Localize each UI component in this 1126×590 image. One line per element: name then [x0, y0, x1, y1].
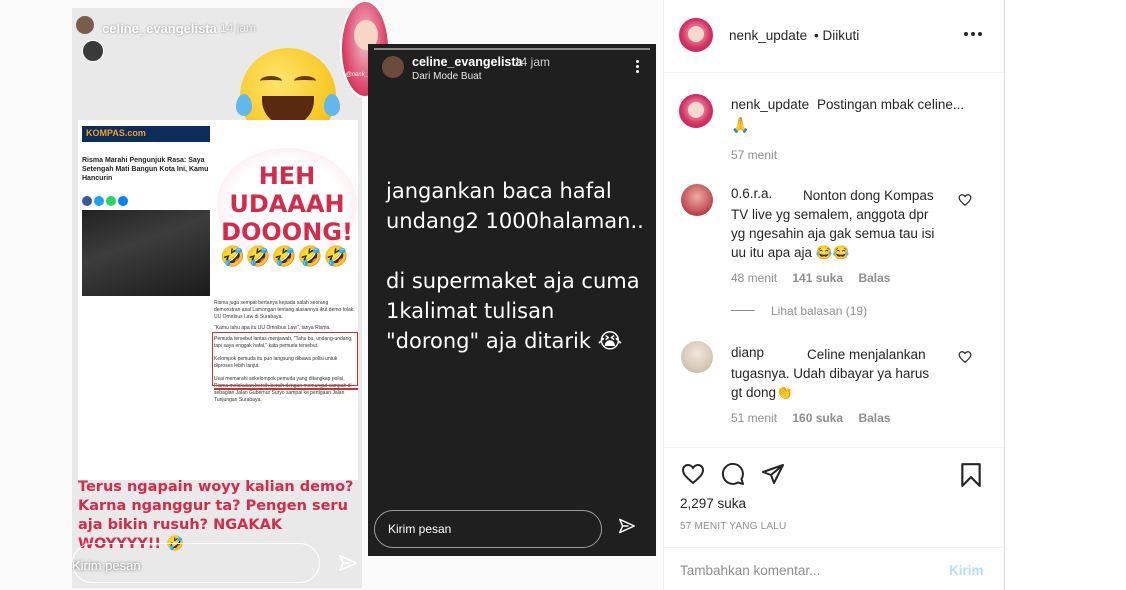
story2-more-icon [630, 58, 644, 78]
comment-time[interactable]: 51 menit [731, 411, 777, 425]
add-comment-bar: Tambahkan komentar... Kirim [664, 547, 1004, 590]
comment-likes[interactable]: 141 suka [792, 271, 843, 285]
comment-like-heart-icon[interactable] [958, 193, 972, 207]
comment-reply-button[interactable]: Balas [858, 271, 890, 285]
comment-avatar[interactable] [681, 341, 713, 373]
caption-avatar[interactable] [679, 94, 713, 128]
comment-meta: 48 menit 141 suka Balas [731, 271, 890, 285]
likes-count[interactable]: 2,297 suka [680, 496, 746, 511]
bookmark-icon[interactable] [960, 462, 982, 488]
author-username[interactable]: nenk_update [729, 28, 807, 43]
story2-avatar [382, 56, 404, 78]
story2-subtitle: Dari Mode Buat [412, 71, 482, 82]
whatsapp-icon [106, 196, 116, 206]
caption-time[interactable]: 57 menit [731, 148, 777, 162]
story1-avatar [76, 16, 94, 34]
rofl-emoji-row: 🤣🤣🤣🤣🤣 [220, 246, 350, 268]
messenger-icon [118, 196, 128, 206]
comment-text: Celine menjalankan tugasnya. Udah dibaya… [731, 347, 930, 400]
post-actions: 2,297 suka 57 MENIT YANG LALU Tambahkan … [664, 447, 1004, 590]
story1-secondary-avatar [82, 40, 104, 62]
story2-reply-placeholder: Kirim pesan [388, 522, 452, 536]
caption-emoji: 🙏 [731, 117, 750, 134]
story2-time: 14 jam [514, 55, 551, 69]
kompas-logo: KOMPAS.com [82, 126, 210, 142]
post-header: nenk_update • Diikuti [664, 0, 1004, 73]
article-photo [82, 210, 210, 296]
story-screenshot-2: celine_evangelista 14 jam Dari Mode Buat… [368, 44, 656, 556]
add-comment-input[interactable]: Tambahkan komentar... [680, 563, 820, 578]
caption-text: Postingan mbak celine... [817, 97, 965, 112]
story2-username: celine_evangelista [412, 55, 523, 69]
comment-icon[interactable] [720, 462, 746, 486]
replies-divider [731, 310, 755, 311]
red-underline [214, 388, 358, 390]
post-media[interactable]: celine_evangelista 14 jam KOMPAS.com Ris… [0, 0, 663, 590]
post-side-panel: nenk_update • Diikuti nenk_update Postin… [663, 0, 1005, 590]
heh-sticker: HEH UDAAAH DOOONG! [217, 148, 357, 260]
comment-text: Nonton dong Kompas TV live yg semalem, a… [731, 188, 935, 260]
share-icon[interactable] [760, 462, 786, 486]
caption-username[interactable]: nenk_update [731, 97, 809, 112]
twitter-icon [94, 196, 104, 206]
author-avatar[interactable] [679, 18, 713, 52]
comment-likes[interactable]: 160 suka [792, 411, 843, 425]
more-options-icon[interactable] [964, 32, 982, 36]
story2-progress-bar [374, 48, 650, 50]
article-title: Risma Marahi Pengunjuk Rasa: Saya Seteng… [82, 157, 209, 182]
comment-reply-button[interactable]: Balas [858, 411, 890, 425]
article-share-row [82, 196, 128, 206]
follow-status[interactable]: • Diikuti [814, 28, 859, 43]
story2-send-icon [619, 518, 635, 534]
story1-username: celine_evangelista [102, 21, 217, 36]
facebook-icon [82, 196, 92, 206]
comment-meta: 51 menit 160 suka Balas [731, 411, 890, 425]
story1-reply-placeholder: Kirim pesan [72, 558, 141, 573]
comment-like-heart-icon[interactable] [958, 350, 972, 364]
comment-time[interactable]: 48 menit [731, 271, 777, 285]
heh-sticker-text: HEH UDAAAH DOOONG! [221, 162, 353, 246]
red-highlight-box [212, 332, 358, 386]
post-comment-button[interactable]: Kirim [949, 563, 984, 578]
like-heart-icon[interactable] [680, 462, 706, 486]
story2-text: jangankan baca hafal undang2 1000halaman… [386, 179, 644, 353]
post-timestamp[interactable]: 57 MENIT YANG LALU [680, 521, 786, 532]
instagram-post-view: celine_evangelista 14 jam KOMPAS.com Ris… [0, 0, 1126, 590]
view-replies-button[interactable]: Lihat balasan (19) [771, 304, 867, 318]
story1-send-icon [339, 554, 357, 572]
comment-avatar[interactable] [681, 184, 713, 216]
story-screenshot-1: celine_evangelista 14 jam KOMPAS.com Ris… [72, 8, 362, 588]
story1-time: 14 jam [220, 21, 257, 35]
